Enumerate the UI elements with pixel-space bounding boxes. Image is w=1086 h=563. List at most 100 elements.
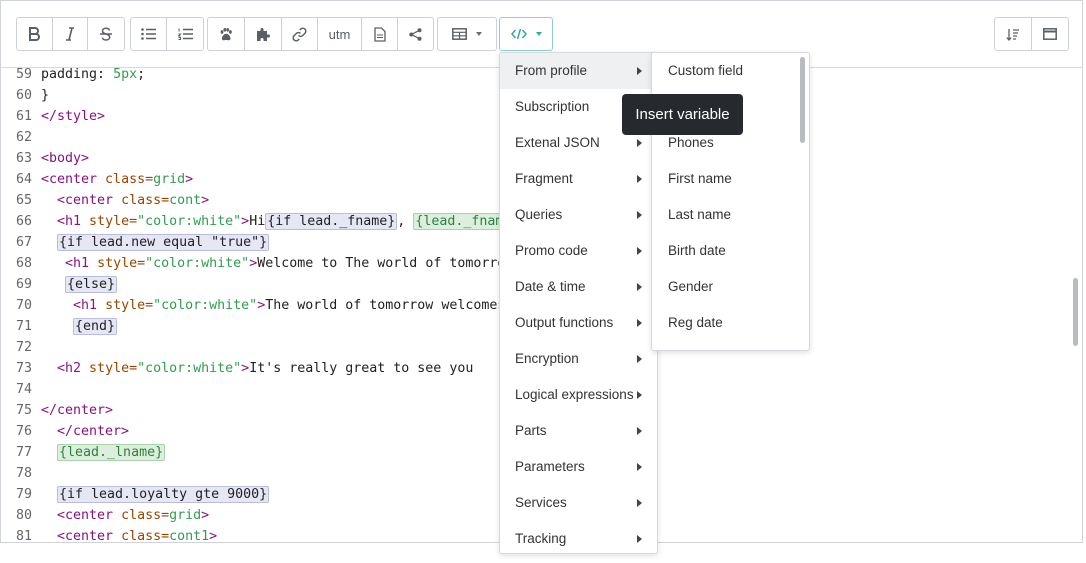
menu-item-label: Logical expressions xyxy=(515,387,634,402)
line-number: 66 xyxy=(15,214,32,229)
chevron-right-icon xyxy=(637,139,642,147)
submenu-item-last-name[interactable]: Last name xyxy=(668,197,731,233)
menu-item-label: Tracking xyxy=(515,531,567,546)
code-token: class= xyxy=(113,193,170,208)
code-token: style= xyxy=(81,361,138,376)
table-icon xyxy=(452,28,467,40)
menu-item-date-time[interactable]: Date & time xyxy=(500,269,657,305)
line-text: {end} xyxy=(41,316,118,337)
link-button[interactable] xyxy=(282,18,318,50)
strikethrough-button[interactable] xyxy=(88,18,124,50)
italic-button[interactable] xyxy=(53,18,89,50)
code-token: class= xyxy=(97,172,154,187)
chevron-down-icon xyxy=(476,32,482,36)
link-icon xyxy=(292,26,307,42)
line-text: {lead._lname} xyxy=(41,442,166,463)
chevron-right-icon xyxy=(637,535,642,543)
chevron-right-icon xyxy=(637,355,642,363)
insert-variable-button[interactable] xyxy=(500,18,552,50)
numbered-list-icon xyxy=(177,28,193,40)
menu-item-parts[interactable]: Parts xyxy=(500,413,657,449)
line-text: <h1 style="color:white">Hi {if lead._fnam… xyxy=(41,211,522,232)
submenu-item-reg-date[interactable]: Reg date xyxy=(668,305,723,341)
chevron-right-icon xyxy=(637,427,642,435)
menu-item-tracking[interactable]: Tracking xyxy=(500,521,657,557)
sort-button[interactable] xyxy=(995,18,1032,50)
bold-icon xyxy=(29,27,41,41)
chevron-right-icon xyxy=(637,283,642,291)
menu-item-queries[interactable]: Queries xyxy=(500,197,657,233)
line-number: 74 xyxy=(15,382,32,397)
logic-token: {if lead.loyalty gte 9000} xyxy=(57,486,270,503)
menu-item-label: Output functions xyxy=(515,315,614,330)
paw-button[interactable] xyxy=(208,18,245,50)
variable-token: {lead._lname} xyxy=(57,444,166,461)
document-icon xyxy=(373,26,386,42)
submenu-scrollbar[interactable] xyxy=(800,57,805,143)
menu-item-from-profile[interactable]: From profile xyxy=(500,53,657,89)
code-token: grid xyxy=(169,508,202,523)
line-number: 62 xyxy=(15,130,32,145)
code-token: class= xyxy=(113,508,170,523)
line-number: 76 xyxy=(15,424,32,439)
fullscreen-button[interactable] xyxy=(1032,18,1068,50)
submenu-item-birth-date[interactable]: Birth date xyxy=(668,233,726,269)
line-number: 77 xyxy=(15,445,32,460)
line-number: 80 xyxy=(15,508,32,523)
table-dropdown-button[interactable] xyxy=(438,18,496,50)
bullet-list-button[interactable] xyxy=(131,18,167,50)
chevron-right-icon xyxy=(637,319,642,327)
menu-item-output-functions[interactable]: Output functions xyxy=(500,305,657,341)
code-token: style= xyxy=(81,214,138,229)
line-number: 71 xyxy=(15,319,32,334)
code-token: > xyxy=(201,508,210,523)
menu-item-services[interactable]: Services xyxy=(500,485,657,521)
paw-icon xyxy=(220,27,232,40)
code-token: "color:white" xyxy=(137,361,242,376)
line-text: {if lead.new equal "true"} xyxy=(41,232,270,253)
code-token: <center xyxy=(57,529,114,543)
code-token: "color:white" xyxy=(137,214,242,229)
document-button[interactable] xyxy=(362,18,398,50)
puzzle-icon xyxy=(257,28,270,41)
menu-item-fragment[interactable]: Fragment xyxy=(500,161,657,197)
code-token: "color:white" xyxy=(145,256,250,271)
utm-button[interactable]: utm xyxy=(318,18,362,50)
line-number: 59 xyxy=(15,67,32,82)
code-group xyxy=(499,17,553,51)
bold-button[interactable] xyxy=(17,18,53,50)
code-token: The world of tomorrow welcomes you xyxy=(265,298,538,313)
menu-item-label: Encryption xyxy=(515,351,579,366)
code-token: cont xyxy=(169,193,202,208)
editor-scrollbar[interactable] xyxy=(1073,278,1078,346)
chevron-down-icon xyxy=(535,32,542,36)
chevron-right-icon xyxy=(637,211,642,219)
submenu-item-first-name[interactable]: First name xyxy=(668,161,732,197)
submenu-item-custom-field[interactable]: Custom field xyxy=(668,53,743,89)
menu-item-parameters[interactable]: Parameters xyxy=(500,449,657,485)
menu-item-label: Parameters xyxy=(515,459,585,474)
logic-token: {end} xyxy=(73,318,118,335)
line-text: </center> xyxy=(41,400,113,421)
submenu-item-gender[interactable]: Gender xyxy=(668,269,713,305)
line-number: 73 xyxy=(15,361,32,376)
numbered-list-button[interactable] xyxy=(167,18,203,50)
menu-item-promo-code[interactable]: Promo code xyxy=(500,233,657,269)
code-token: ; xyxy=(137,67,146,82)
code-token: "color:white" xyxy=(153,298,258,313)
line-number: 63 xyxy=(15,151,32,166)
chevron-right-icon xyxy=(637,499,642,507)
insert-group: utm xyxy=(207,17,434,51)
menu-item-encryption[interactable]: Encryption xyxy=(500,341,657,377)
code-token: style= xyxy=(89,256,146,271)
share-button[interactable] xyxy=(398,18,433,50)
puzzle-button[interactable] xyxy=(245,18,282,50)
menu-item-logical-expressions[interactable]: Logical expressions xyxy=(500,377,657,413)
code-icon xyxy=(510,28,527,40)
menu-item-label: Promo code xyxy=(515,243,588,258)
